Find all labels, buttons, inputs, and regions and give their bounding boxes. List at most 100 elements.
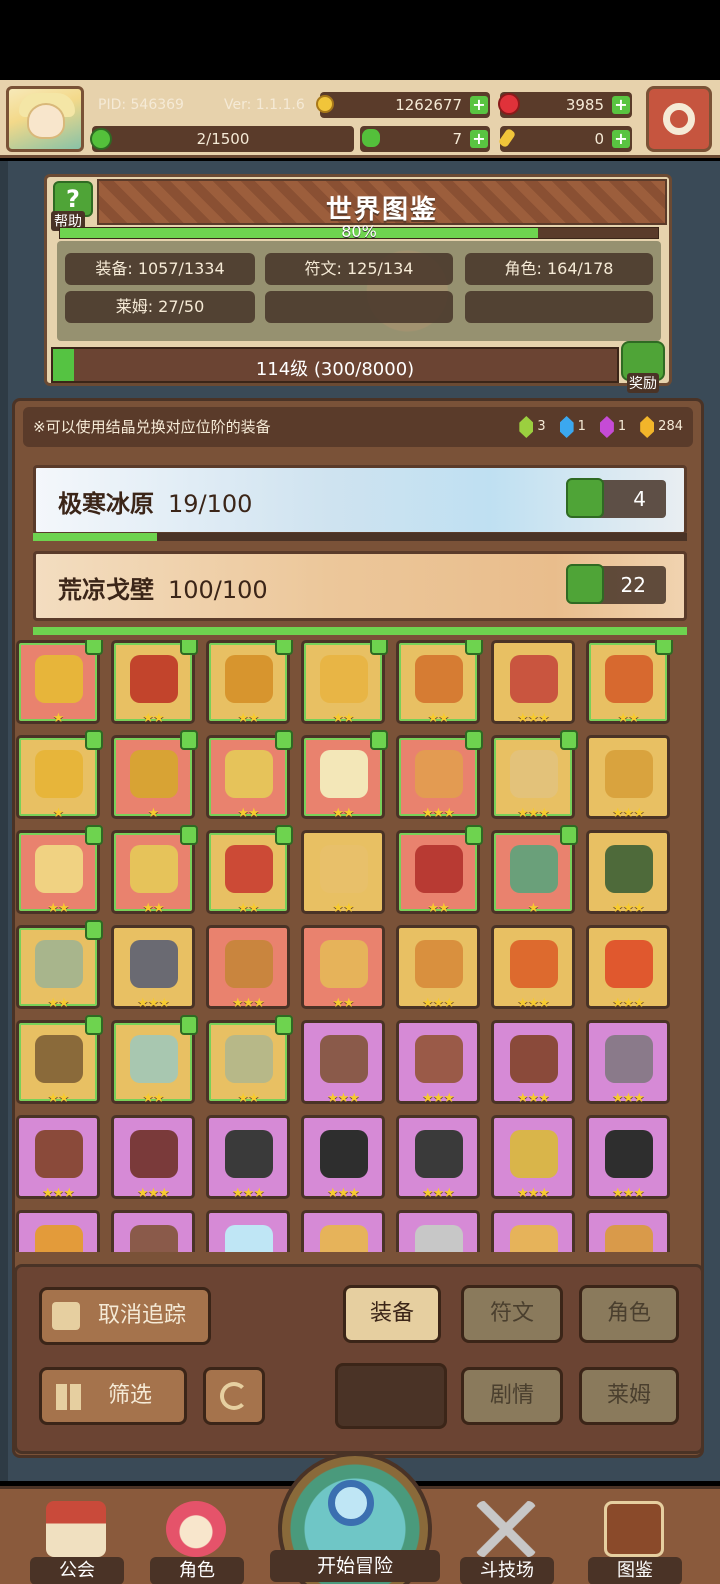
equipment-slot[interactable]: ★★	[396, 640, 483, 726]
necklace-icon	[320, 655, 368, 703]
equipment-slot[interactable]: ★★	[206, 1015, 293, 1105]
equipment-slot[interactable]	[206, 1210, 290, 1252]
nav-arena[interactable]: 斗技场	[460, 1495, 554, 1584]
spear-icon	[415, 940, 463, 988]
equipment-slot[interactable]: ★★★	[16, 1115, 100, 1201]
add-ruby-button[interactable]: +	[612, 96, 630, 114]
reward-button[interactable]: 奖励	[621, 341, 671, 393]
untrack-button[interactable]: 取消追踪	[39, 1287, 211, 1345]
rarity-stars: ★★★	[42, 1186, 75, 1201]
equipment-slot[interactable]: ★★	[16, 825, 103, 915]
equipment-slot[interactable]: ★★★	[111, 925, 195, 1010]
tab-runes[interactable]: 符文	[461, 1285, 563, 1343]
equipment-slot[interactable]: ★★★	[586, 1115, 670, 1201]
game-version: Ver: 1.1.1.6	[224, 97, 305, 113]
equipment-slot[interactable]: ★	[491, 825, 578, 915]
equipment-slot[interactable]	[301, 1210, 385, 1252]
equipment-slot[interactable]: ★★★	[396, 1115, 480, 1200]
region-frozen-plains[interactable]: 极寒冰原 19/100 4	[33, 465, 687, 535]
equipment-slot[interactable]	[586, 1210, 670, 1252]
nav-guild[interactable]: 公会	[30, 1495, 124, 1584]
equipment-slot[interactable]: ★★★	[491, 730, 578, 820]
equipment-slot[interactable]: ★★★	[111, 1115, 195, 1200]
region-desolate-gobi[interactable]: 荒凉戈壁 100/100 22	[33, 551, 687, 621]
equipment-slot[interactable]: ★★	[16, 920, 103, 1010]
equipment-slot[interactable]: ★★	[111, 1015, 198, 1105]
page-title: 世界图鉴	[325, 195, 438, 225]
equipment-slot[interactable]: ★★★	[396, 730, 483, 820]
add-key-button[interactable]: +	[612, 130, 630, 148]
rarity-stars: ★★★	[612, 806, 645, 821]
equipment-slot[interactable]: ★★	[16, 1015, 103, 1105]
leather-armor-icon	[415, 1035, 463, 1083]
equipment-slot[interactable]: ★	[16, 640, 103, 725]
equipment-slot[interactable]: ★★★	[586, 1020, 670, 1105]
equipment-slot[interactable]: ★★	[301, 730, 388, 820]
tracked-thumb-icon	[85, 825, 103, 845]
equipment-slot[interactable]: ★★★	[301, 1115, 385, 1200]
equipment-slot[interactable]	[396, 1210, 480, 1252]
equipment-slot[interactable]	[16, 1210, 100, 1252]
gear-icon	[663, 103, 695, 135]
key-counter: 0 +	[497, 126, 632, 152]
equipment-slot[interactable]: ★	[111, 730, 198, 820]
equipment-slot[interactable]: ★★★	[206, 1115, 290, 1200]
region-progress-fill	[33, 627, 687, 635]
helmet-icon	[510, 750, 558, 798]
equipment-slot[interactable]: ★★★	[491, 1115, 575, 1200]
equipment-grid: ★ ★★ ★★ ★★ ★★ ★★★ ★★ ★ ★ ★★ ★★ ★★★ ★★★ ★★★ ★★ ★★ ★★ ★★ ★★ ★…	[16, 640, 676, 1252]
refresh-button[interactable]	[203, 1367, 265, 1425]
equipment-slot[interactable]: ★★	[206, 825, 293, 915]
nav-codex[interactable]: 图鉴	[588, 1495, 682, 1584]
equipment-slot[interactable]	[491, 1210, 575, 1252]
refresh-icon	[220, 1382, 248, 1410]
tracked-thumb-icon	[465, 730, 483, 750]
stamina-bar: 2/1500	[90, 126, 354, 152]
leather-boots-icon	[510, 1035, 558, 1083]
equipment-slot[interactable]: ★★★	[396, 925, 480, 1010]
equipment-slot[interactable]: ★★★	[396, 1020, 480, 1105]
tab-characters[interactable]: 角色	[579, 1285, 679, 1343]
nav-arena-label: 斗技场	[460, 1557, 554, 1584]
equipment-slot[interactable]: ★★	[206, 640, 293, 726]
equipment-slot[interactable]: ★★★	[586, 925, 670, 1010]
equipment-slot[interactable]: ★★★	[301, 1020, 385, 1105]
tab-slime[interactable]: 莱姆	[579, 1367, 679, 1425]
empty-slot	[335, 1363, 447, 1429]
belt-icon	[130, 1130, 178, 1178]
equipment-slot[interactable]: ★★★	[586, 830, 670, 915]
rarity-stars: ★★★	[612, 1186, 645, 1201]
holy-cross-icon	[320, 750, 368, 798]
equipment-slot[interactable]: ★★★	[586, 735, 670, 821]
rarity-stars: ★★	[237, 711, 259, 726]
rarity-stars: ★★	[427, 711, 449, 726]
region-name: 极寒冰原 19/100	[58, 490, 253, 518]
equipment-slot[interactable]: ★★	[301, 925, 385, 1010]
filter-button[interactable]: 筛选	[39, 1367, 187, 1425]
add-clover-button[interactable]: +	[470, 130, 488, 148]
equipment-slot[interactable]: ★★	[111, 640, 198, 725]
tab-story[interactable]: 剧情	[461, 1367, 563, 1425]
tracked-thumb-icon	[85, 1015, 103, 1035]
start-adventure-button[interactable]: 开始冒险	[270, 1452, 440, 1584]
green-crystal-icon	[519, 416, 534, 438]
equipment-slot[interactable]: ★★★	[206, 925, 290, 1010]
player-avatar[interactable]	[6, 86, 84, 152]
add-gold-button[interactable]: +	[470, 96, 488, 114]
nav-character[interactable]: 角色	[150, 1495, 244, 1584]
equipment-slot[interactable]: ★★	[396, 825, 483, 915]
tab-equipment[interactable]: 装备	[343, 1285, 441, 1343]
equipment-slot[interactable]	[111, 1210, 195, 1252]
equipment-slot[interactable]: ★★★	[491, 925, 575, 1010]
equipment-slot[interactable]: ★★	[301, 830, 385, 915]
equipment-slot[interactable]: ★★★	[491, 1020, 575, 1105]
equipment-slot[interactable]: ★★	[111, 825, 198, 915]
clover-counter: 7 +	[360, 126, 490, 152]
equipment-slot[interactable]: ★★★	[491, 640, 575, 725]
equipment-slot[interactable]: ★	[16, 730, 103, 820]
settings-button[interactable]	[646, 86, 712, 152]
equipment-slot[interactable]: ★★	[586, 640, 673, 725]
item-icon	[35, 1225, 83, 1252]
equipment-slot[interactable]: ★★	[206, 730, 293, 820]
equipment-slot[interactable]: ★★	[301, 640, 388, 725]
